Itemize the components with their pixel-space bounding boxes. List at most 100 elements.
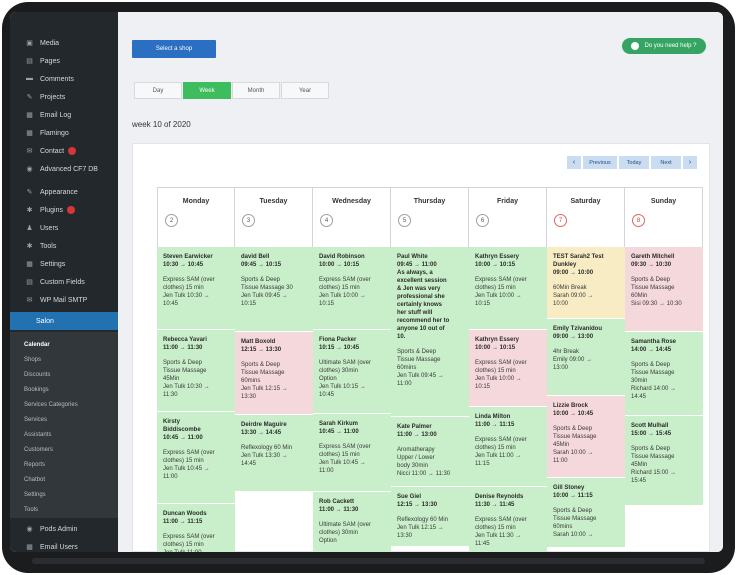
appointment-title: Denise Reynolds 11:30 → 11:45 xyxy=(475,494,524,508)
previous-button[interactable]: Previous xyxy=(583,156,617,169)
appointment-card[interactable]: Sarah Kirkum 10:45 → 11:00 Express SAM (o… xyxy=(313,414,391,492)
appointment-card[interactable]: Lizzie Brock 10:00 → 10:45 Sports & Deep … xyxy=(547,396,625,478)
sidebar-item-pods-admin[interactable]: ◉ Pods Admin xyxy=(10,522,118,536)
sidebar-item-contact[interactable]: ✉ Contact xyxy=(10,142,118,160)
submenu-item-bookings[interactable]: Bookings xyxy=(10,383,118,397)
sidebar-item-custom-fields[interactable]: ▤ Custom Fields xyxy=(10,273,118,291)
appearance-icon: ✎ xyxy=(26,188,33,196)
day-number[interactable]: 7 xyxy=(554,214,567,227)
sidebar-item-wp-mail-smtp[interactable]: ✉ WP Mail SMTP xyxy=(10,291,118,309)
sidebar-item-label: Contact xyxy=(40,147,65,155)
sidebar-item-users[interactable]: ♟ Users xyxy=(10,219,118,237)
view-year-button[interactable]: Year xyxy=(281,82,329,99)
appointment-details: Express SAM (over clothes) 15 min Jen Tu… xyxy=(319,277,371,307)
sidebar-item-projects[interactable]: ✎ Projects xyxy=(10,88,118,106)
settings-icon: ▦ xyxy=(26,260,33,268)
appointment-title: TEST Sarah2 Test Dunkley 09:00 → 10:00 xyxy=(553,254,604,276)
sidebar-item-label: Comments xyxy=(40,75,74,83)
help-label: Do you need help ? xyxy=(644,43,697,49)
day-header-friday: Friday 6 xyxy=(469,187,547,247)
appointment-card[interactable]: TEST Sarah2 Test Dunkley 09:00 → 10:00 60… xyxy=(547,247,625,319)
sidebar-item-email-log[interactable]: ▦ Email Log xyxy=(10,106,118,124)
appointment-card[interactable]: Kate Palmer 11:00 → 13:00 Aromatherapy Up… xyxy=(391,417,469,487)
appointment-card[interactable]: David Robinson 10:00 → 10:15 Express SAM … xyxy=(313,247,391,330)
today-button[interactable]: Today xyxy=(619,156,649,169)
appointment-details: Aromatherapy Upper / Lower body 30min Ni… xyxy=(397,447,451,477)
appointment-details: Express SAM (over clothes) 15 min Jen Tu… xyxy=(163,277,215,307)
submenu-item-customers[interactable]: Customers xyxy=(10,443,118,457)
view-month-button[interactable]: Month xyxy=(232,82,280,99)
sidebar-item-comments[interactable]: ▬ Comments xyxy=(10,70,118,88)
sidebar-item-advanced-cf7-db[interactable]: ◉ Advanced CF7 DB xyxy=(10,160,118,178)
appointment-card[interactable]: Fiona Packer 10:15 → 10:45 Ultimate SAM (… xyxy=(313,330,391,414)
appointment-card[interactable]: Sue Giel 12:15 → 13:30 Reflexology 60 Min… xyxy=(391,487,469,547)
view-day-button[interactable]: Day xyxy=(134,82,182,99)
next-button[interactable]: Next xyxy=(651,156,681,169)
prev-arrow-button[interactable]: ‹ xyxy=(567,156,581,169)
appointment-card[interactable]: Gill Stoney 10:00 → 11:15 Sports & Deep T… xyxy=(547,478,625,548)
appointment-details: Sports & Deep Tissue Massage 60Min Sisi … xyxy=(631,277,682,307)
day-header-thursday: Thursday 5 xyxy=(391,187,469,247)
sidebar-item-email-users[interactable]: ▦ Email Users xyxy=(10,540,118,552)
sidebar-item-appearance[interactable]: ✎ Appearance xyxy=(10,183,118,201)
projects-icon: ✎ xyxy=(26,93,33,101)
day-header-wednesday: Wednesday 4 xyxy=(313,187,391,247)
sidebar-item-pages[interactable]: ▤ Pages xyxy=(10,52,118,70)
submenu-item-calendar[interactable]: Calendar xyxy=(10,338,118,352)
week-grid: Monday 2 Tuesday 3 Wednesday 4 Thursday 5 Friday… xyxy=(141,187,703,552)
sidebar-item-salon[interactable]: Salon xyxy=(10,312,118,330)
submenu-item-shops[interactable]: Shops xyxy=(10,353,118,367)
sidebar-item-tools[interactable]: ✱ Tools xyxy=(10,237,118,255)
submenu-item-settings[interactable]: Settings xyxy=(10,488,118,502)
day-number[interactable]: 5 xyxy=(398,214,411,227)
appointment-card[interactable]: Linda Milton 11:00 → 11:15 Express SAM (o… xyxy=(469,407,547,487)
appointment-title: Sue Giel 12:15 → 13:30 xyxy=(397,494,438,508)
help-button[interactable]: Do you need help ? xyxy=(622,38,706,54)
sidebar-item-plugins[interactable]: ✱ Plugins xyxy=(10,201,118,219)
appointment-card[interactable]: Emily Tzivanidou 09:00 → 13:00 4hr Break … xyxy=(547,319,625,396)
appointment-card[interactable]: Matt Boxold 12:15 → 13:30 Sports & Deep T… xyxy=(235,332,313,415)
sidebar-item-label: Custom Fields xyxy=(40,278,85,286)
submenu-item-discounts[interactable]: Discounts xyxy=(10,368,118,382)
next-arrow-button[interactable]: › xyxy=(683,156,697,169)
view-week-button[interactable]: Week xyxy=(183,82,231,99)
appointment-card[interactable]: Deirdre Maguire 13:30 → 14:45 Reflexology… xyxy=(235,415,313,492)
appointment-card[interactable]: Kirsty Biddiscombe 10:45 → 11:00 Express … xyxy=(157,412,235,504)
appointment-details: Ultimate SAM (over clothes) 30min Option… xyxy=(319,360,372,398)
appointment-card[interactable]: Duncan Woods 11:00 → 11:15 Express SAM (o… xyxy=(157,504,235,552)
appointment-title: Scott Mulhall 15:00 → 15:45 xyxy=(631,423,672,437)
appointment-card[interactable]: Paul White 09:45 → 11:00 As always, a ex… xyxy=(391,247,469,417)
custom-fields-icon: ▤ xyxy=(26,278,33,286)
appointment-card[interactable]: Kathryn Essery 10:00 → 10:15 Express SAM … xyxy=(469,247,547,330)
submenu-item-reports[interactable]: Reports xyxy=(10,458,118,472)
appointment-card[interactable]: Gareth Mitchell 09:30 → 10:30 Sports & De… xyxy=(625,247,703,332)
select-shop-button[interactable]: Select a shop xyxy=(132,40,216,58)
appointment-card[interactable]: david Bell 09:45 → 10:15 Sports & Deep Ti… xyxy=(235,247,313,332)
submenu-item-chatbot[interactable]: Chatbot xyxy=(10,473,118,487)
appointment-card[interactable]: Rob Cackett 11:00 → 11:30 Ultimate SAM (o… xyxy=(313,492,391,552)
day-number[interactable]: 3 xyxy=(242,214,255,227)
appointment-card[interactable]: Kathryn Essery 10:00 → 10:15 Express SAM … xyxy=(469,330,547,407)
submenu-item-services-categories[interactable]: Services Categories xyxy=(10,398,118,412)
day-number[interactable]: 6 xyxy=(476,214,489,227)
submenu-item-services[interactable]: Services xyxy=(10,413,118,427)
appointment-card[interactable]: Scott Mulhall 15:00 → 15:45 Sports & Deep… xyxy=(625,416,703,506)
appointment-card[interactable]: Rebecca Yavari 11:00 → 11:30 Sports & Dee… xyxy=(157,330,235,412)
appointment-card[interactable]: Denise Reynolds 11:30 → 11:45 Express SAM… xyxy=(469,487,547,552)
sidebar-item-settings[interactable]: ▦ Settings xyxy=(10,255,118,273)
appointment-details: Sports & Deep Tissue Massage 30 Jen Tulk… xyxy=(241,277,293,307)
tools-icon: ✱ xyxy=(26,242,33,250)
day-name: Saturday xyxy=(570,198,601,205)
submenu-item-assistants[interactable]: Assistants xyxy=(10,428,118,442)
submenu-item-tools[interactable]: Tools xyxy=(10,503,118,517)
sidebar-item-media[interactable]: ▣ Media xyxy=(10,34,118,52)
day-number[interactable]: 4 xyxy=(320,214,333,227)
day-name: Thursday xyxy=(413,198,446,205)
sidebar-item-flamingo[interactable]: ▦ Flamingo xyxy=(10,124,118,142)
appointment-title: Gareth Mitchell 09:30 → 10:30 xyxy=(631,254,675,268)
appointment-card[interactable]: Samantha Rose 14:00 → 14:45 Sports & Deep… xyxy=(625,332,703,416)
day-number[interactable]: 8 xyxy=(632,214,645,227)
day-number[interactable]: 2 xyxy=(165,214,178,227)
appointment-card[interactable]: Steven Earwicker 10:30 → 10:45 Express SA… xyxy=(157,247,235,330)
sidebar-item-label: Email Log xyxy=(40,111,72,119)
